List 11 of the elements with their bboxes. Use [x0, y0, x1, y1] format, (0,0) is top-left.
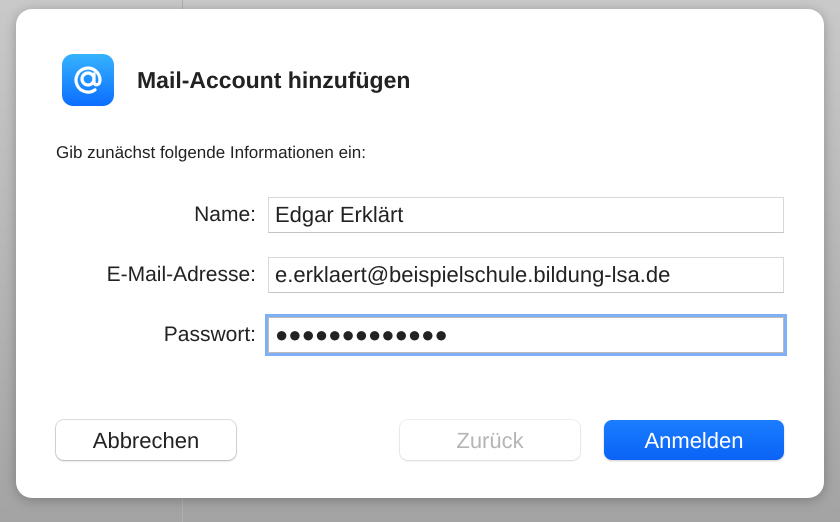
field-label: E-Mail-Adresse:	[106, 262, 256, 288]
field-label: Passwort:	[162, 322, 256, 348]
input-field[interactable]: ●●●●●●●●●●●●●	[268, 316, 784, 352]
dialog-button[interactable]: Abbrechen	[56, 420, 236, 460]
at-sign-icon	[62, 54, 114, 106]
prompt-text: Gib zunächst folgende Informationen ein:	[56, 142, 367, 164]
input-field[interactable]: Edgar Erklärt	[268, 196, 784, 232]
input-field[interactable]: e.erklaert@beispielschule.bildung-lsa.de	[268, 256, 784, 292]
primary-button[interactable]: Anmelden	[604, 420, 784, 460]
dialog-title: Mail-Account hinzufügen	[137, 66, 410, 95]
field-label: Name:	[193, 202, 256, 228]
